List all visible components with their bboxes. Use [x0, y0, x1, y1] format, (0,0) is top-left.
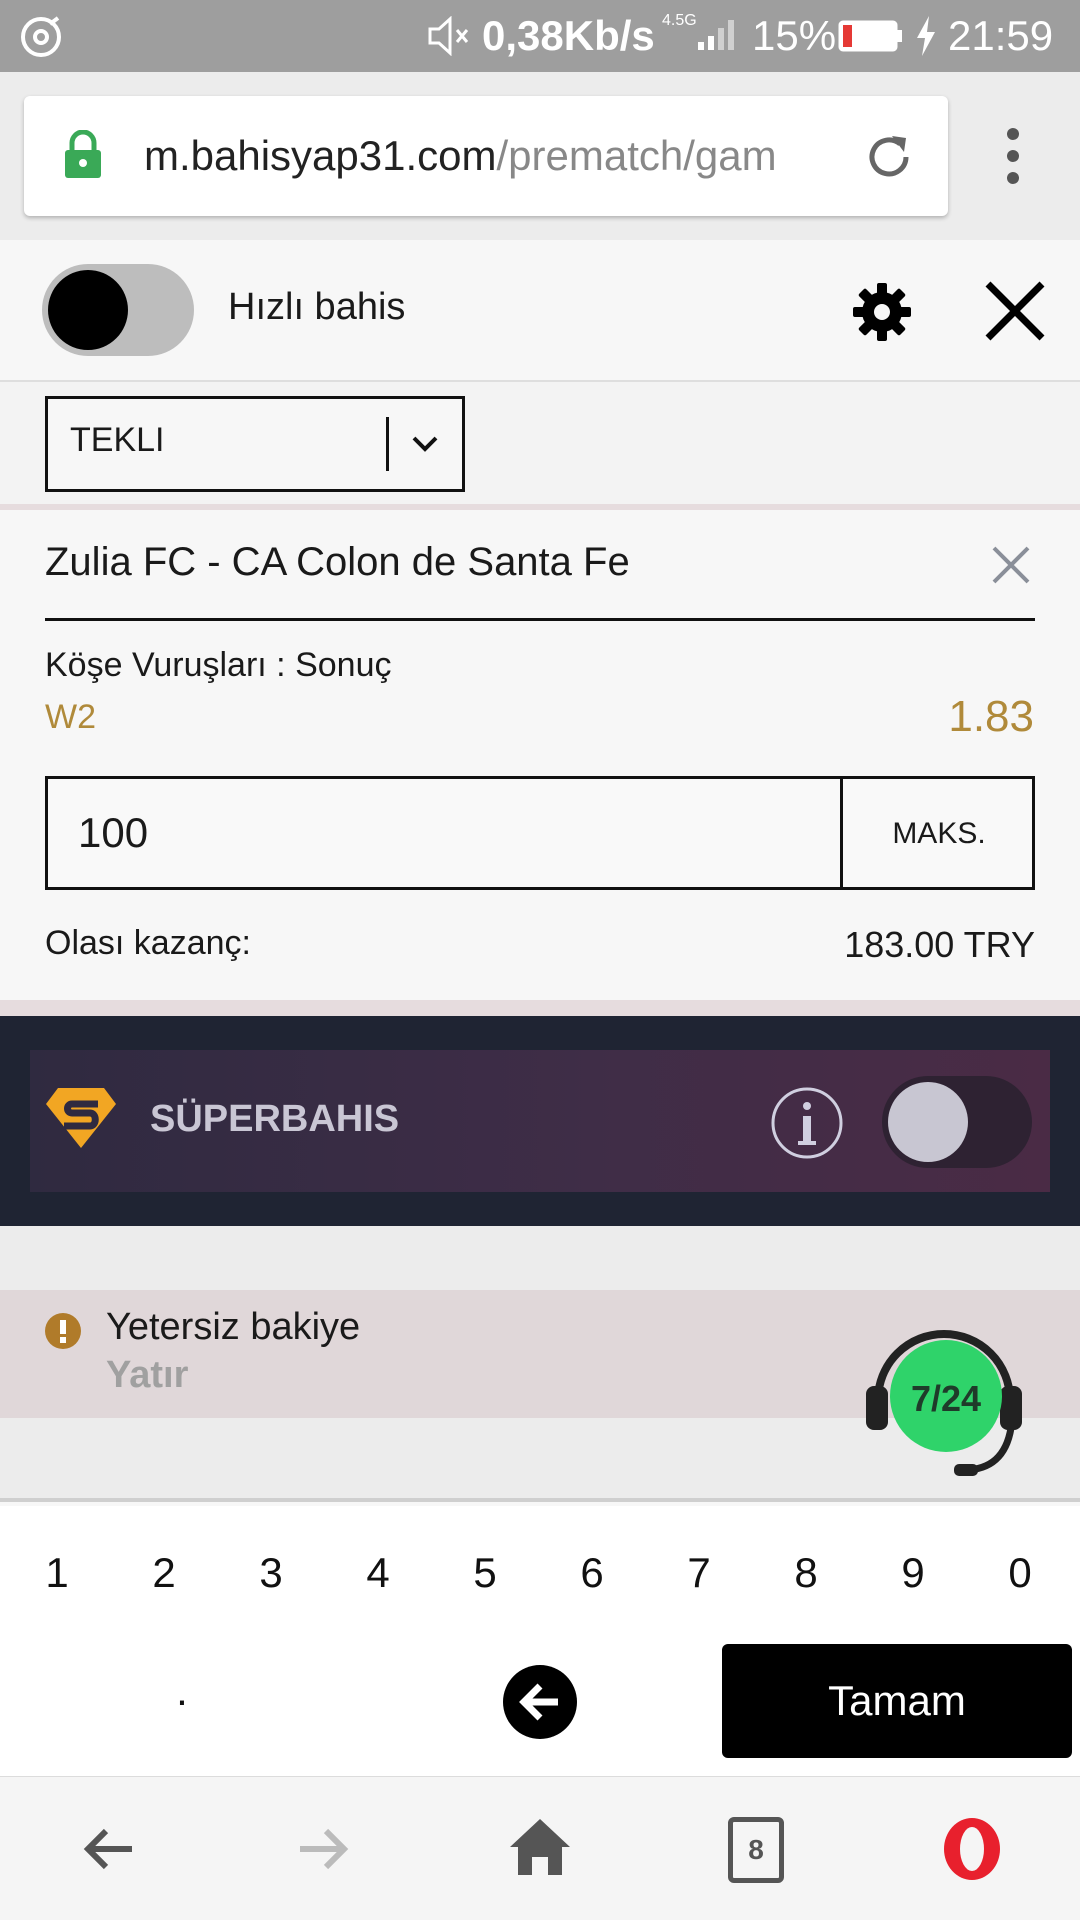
reload-icon[interactable] [862, 130, 916, 184]
potential-win-label: Olası kazanç: [45, 924, 251, 962]
tab-count: 8 [748, 1834, 764, 1865]
quick-bet-label: Hızlı bahis [228, 286, 406, 328]
key-2[interactable]: 2 [134, 1548, 194, 1598]
key-decimal[interactable]: . [152, 1666, 212, 1716]
match-title: Zulia FC - CA Colon de Santa Fe [45, 540, 630, 584]
key-0[interactable]: 0 [990, 1548, 1050, 1598]
max-stake-button[interactable]: MAKS. [843, 817, 1035, 851]
home-icon[interactable] [508, 1817, 572, 1877]
toggle-knob [48, 270, 128, 350]
numeric-keypad: 1 2 3 4 5 6 7 8 9 0 . Tamam [0, 1506, 1080, 1776]
close-icon[interactable] [982, 278, 1048, 344]
opera-menu-icon[interactable] [940, 1815, 1004, 1883]
backspace-icon[interactable] [502, 1664, 578, 1740]
forward-icon[interactable] [296, 1821, 352, 1877]
browser-toolbar: m.bahisyap31.com/prematch/gam [0, 72, 1080, 240]
bet-card: Zulia FC - CA Colon de Santa Fe Köşe Vur… [0, 510, 1080, 1000]
live-support-button[interactable]: 7/24 [864, 1324, 1024, 1478]
stake-value: 100 [78, 809, 149, 856]
betslip-header: Hızlı bahis [0, 240, 1080, 382]
key-7[interactable]: 7 [669, 1548, 729, 1598]
key-8[interactable]: 8 [776, 1548, 836, 1598]
superbahis-bar: SÜPERBAHIS [30, 1050, 1050, 1192]
network-speed: 0,38Kb/s [482, 12, 655, 59]
key-6[interactable]: 6 [562, 1548, 622, 1598]
key-3[interactable]: 3 [241, 1548, 301, 1598]
browser-bottom-nav: 8 [0, 1776, 1080, 1920]
odds-value: 1.83 [948, 692, 1034, 741]
signal-icon [698, 20, 734, 50]
warning-message: Yetersiz bakiye [106, 1306, 361, 1348]
battery-icon [838, 20, 902, 52]
superbahis-section: SÜPERBAHIS [0, 1016, 1080, 1226]
network-type: 4.5G [662, 12, 697, 29]
superbahis-logo-icon [46, 1088, 116, 1148]
info-icon[interactable] [770, 1086, 844, 1160]
disc-icon [21, 16, 61, 57]
lock-icon [65, 130, 101, 178]
url-text[interactable]: m.bahisyap31.com/prematch/gam [144, 132, 854, 180]
stake-input[interactable]: 100 MAKS. [45, 776, 1035, 890]
key-5[interactable]: 5 [455, 1548, 515, 1598]
remove-bet-icon[interactable] [990, 544, 1032, 586]
bet-type-select[interactable]: TEKLI [45, 396, 465, 492]
separator [0, 1000, 1080, 1016]
done-button[interactable]: Tamam [722, 1644, 1072, 1758]
key-9[interactable]: 9 [883, 1548, 943, 1598]
address-bar[interactable]: m.bahisyap31.com/prematch/gam [24, 96, 948, 216]
key-4[interactable]: 4 [348, 1548, 408, 1598]
bet-type-row: TEKLI [0, 382, 1080, 510]
spacer [0, 1226, 1080, 1290]
back-icon[interactable] [80, 1821, 136, 1877]
potential-win-value: 183.00 TRY [844, 924, 1035, 965]
toggle-knob [888, 1082, 968, 1162]
divider [45, 618, 1035, 621]
select-divider [386, 417, 389, 471]
key-1[interactable]: 1 [27, 1548, 87, 1598]
superbahis-toggle[interactable] [882, 1076, 1032, 1168]
clock: 21:59 [948, 12, 1054, 59]
charging-icon [917, 16, 935, 56]
support-badge-text: 7/24 [910, 1378, 982, 1419]
selection-name: W2 [45, 698, 96, 736]
chevron-down-icon [412, 436, 438, 452]
quick-bet-toggle[interactable] [42, 264, 194, 356]
battery-percent: 15% [752, 12, 837, 59]
more-menu-icon[interactable] [998, 124, 1028, 188]
deposit-link[interactable]: Yatır [106, 1354, 188, 1397]
tabs-button[interactable]: 8 [728, 1817, 784, 1883]
status-bar: 0,38Kb/s 4.5G 15% 21:59 [0, 0, 1080, 72]
bet-type-value: TEKLI [70, 421, 165, 459]
superbahis-label: SÜPERBAHIS [150, 1098, 400, 1140]
gear-icon[interactable] [852, 282, 912, 342]
warning-icon [45, 1313, 81, 1349]
mute-icon [428, 16, 469, 56]
market-name: Köşe Vuruşları : Sonuç [45, 646, 392, 684]
